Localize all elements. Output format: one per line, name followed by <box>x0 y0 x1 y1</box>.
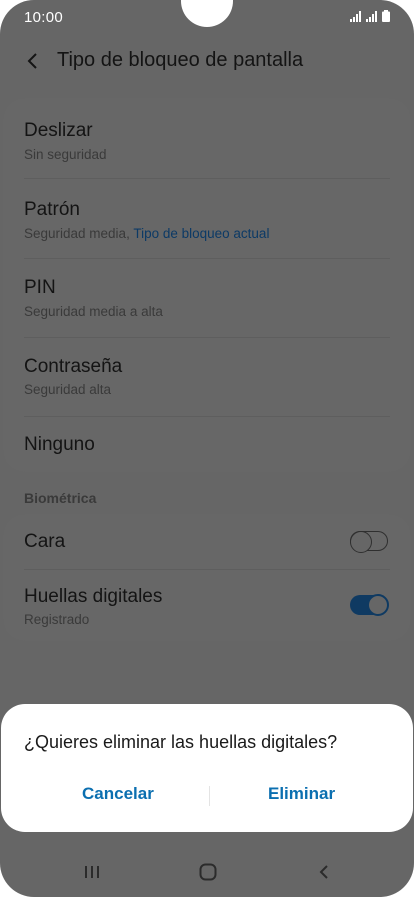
face-toggle[interactable] <box>350 531 388 553</box>
list-item-ninguno[interactable]: Ninguno <box>3 417 411 472</box>
signal-icon-2 <box>366 11 377 22</box>
list-item-title: PIN <box>24 277 56 298</box>
list-item-huellas[interactable]: Huellas digitales Registrado <box>3 570 411 641</box>
lock-type-list: Deslizar Sin seguridad Patrón Seguridad … <box>3 98 411 472</box>
list-item-title: Contraseña <box>24 356 123 377</box>
chevron-left-icon <box>319 865 328 879</box>
page-title: Tipo de bloqueo de pantalla <box>57 49 304 71</box>
list-item-subtitle: Seguridad media, Tipo de bloqueo actual <box>24 226 269 241</box>
phone-screen: 10:00 Tipo de bloqueo de pantalla Desliz… <box>0 0 414 897</box>
button-divider <box>209 786 210 806</box>
delete-button[interactable]: Eliminar <box>268 784 335 804</box>
toggle-knob <box>350 531 372 553</box>
list-item-subtitle: Seguridad media a alta <box>24 304 163 319</box>
recents-icon <box>85 866 99 878</box>
biometrics-list: Cara Huellas digitales Registrado <box>3 514 411 641</box>
current-lock-type-label: Tipo de bloqueo actual <box>133 226 270 241</box>
status-time: 10:00 <box>24 9 64 26</box>
list-item-title: Huellas digitales <box>24 586 163 607</box>
chevron-left-icon <box>27 53 37 69</box>
list-item-title: Deslizar <box>24 120 93 141</box>
list-item-subtitle: Seguridad alta <box>24 382 112 397</box>
dialog-message: ¿Quieres eliminar las huellas digitales? <box>24 732 338 752</box>
list-item-title: Cara <box>24 531 66 552</box>
navigation-bar <box>0 850 414 894</box>
recents-button[interactable] <box>77 860 107 884</box>
cancel-button[interactable]: Cancelar <box>82 784 154 804</box>
list-item-patron[interactable]: Patrón Seguridad media, Tipo de bloqueo … <box>3 179 411 258</box>
back-button[interactable] <box>22 48 42 74</box>
home-button[interactable] <box>193 860 223 884</box>
list-item-pin[interactable]: PIN Seguridad media a alta <box>3 259 411 337</box>
list-item-cara[interactable]: Cara <box>3 514 411 569</box>
list-item-subtitle-text: Seguridad media, <box>24 226 130 241</box>
list-item-subtitle: Sin seguridad <box>24 147 107 162</box>
list-item-deslizar[interactable]: Deslizar Sin seguridad <box>3 98 411 178</box>
confirm-dialog: ¿Quieres eliminar las huellas digitales?… <box>1 704 413 832</box>
list-item-title: Ninguno <box>24 434 95 455</box>
home-icon <box>199 863 217 881</box>
toggle-knob <box>367 594 389 616</box>
section-header-biometrics: Biométrica <box>24 490 97 506</box>
signal-icon <box>350 11 361 22</box>
list-item-subtitle: Registrado <box>24 612 90 627</box>
fingerprint-toggle[interactable] <box>350 594 389 616</box>
battery-icon <box>382 10 390 22</box>
nav-back-button[interactable] <box>309 860 339 884</box>
app-header: Tipo de bloqueo de pantalla <box>0 38 414 84</box>
list-item-title: Patrón <box>24 199 80 220</box>
list-item-contrasena[interactable]: Contraseña Seguridad alta <box>3 338 411 416</box>
status-icons <box>350 10 390 22</box>
